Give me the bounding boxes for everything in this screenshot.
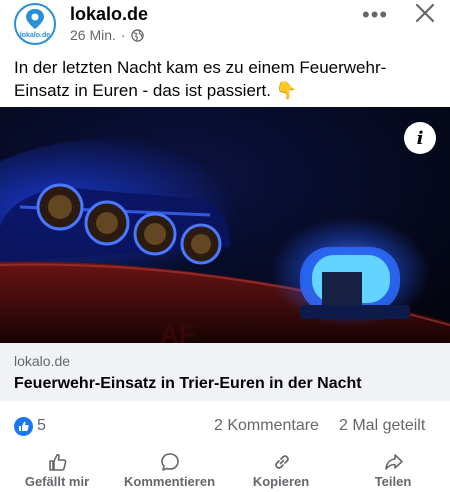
meta-separator: · xyxy=(120,27,126,43)
lokalo-logo: lokalo.de xyxy=(20,9,50,39)
globe-icon xyxy=(130,28,144,42)
info-button[interactable]: i xyxy=(404,122,436,154)
like-button-label: Gefällt mir xyxy=(24,474,90,489)
like-icon[interactable] xyxy=(14,417,33,436)
like-count[interactable]: 5 xyxy=(37,417,46,435)
post-text: In der letzten Nacht kam es zu einem Feu… xyxy=(14,58,387,100)
comment-icon xyxy=(161,453,179,471)
like-button[interactable]: Gefällt mir xyxy=(12,452,102,492)
share-icon xyxy=(385,454,403,470)
share-button[interactable]: Teilen xyxy=(348,452,438,492)
post-header: lokalo.de lokalo.de 26 Min. · ••• xyxy=(0,0,450,50)
share-count[interactable]: 2 Mal geteilt xyxy=(339,417,425,435)
comment-count[interactable]: 2 Kommentare xyxy=(214,417,319,435)
comment-button[interactable]: Kommentieren xyxy=(124,452,216,492)
svg-text:lokalo.de: lokalo.de xyxy=(20,32,50,39)
post-meta: 26 Min. · xyxy=(70,27,144,43)
fire-truck-lights-photo: AF xyxy=(0,107,450,343)
share-button-label: Teilen xyxy=(374,474,412,489)
more-icon[interactable]: ••• xyxy=(362,2,388,28)
page-name[interactable]: lokalo.de xyxy=(70,4,148,25)
post-time[interactable]: 26 Min. xyxy=(70,27,116,43)
action-bar: Gefällt mir Kommentieren Kopieren Teilen xyxy=(0,452,450,489)
copy-link-label: Kopieren xyxy=(252,474,310,489)
comment-button-label: Kommentieren xyxy=(124,474,216,489)
engagement-stats: 5 2 Kommentare 2 Mal geteilt xyxy=(0,412,450,442)
link-preview[interactable]: lokalo.de Feuerwehr-Einsatz in Trier-Eur… xyxy=(0,343,450,401)
link-icon xyxy=(275,455,289,469)
page-avatar[interactable]: lokalo.de xyxy=(14,3,56,45)
thumbs-up-icon xyxy=(49,453,67,471)
svg-text:AF: AF xyxy=(160,319,195,343)
link-domain: lokalo.de xyxy=(14,353,71,369)
link-title[interactable]: Feuerwehr-Einsatz in Trier-Euren in der … xyxy=(14,375,362,393)
post-image[interactable]: AF xyxy=(0,107,450,343)
copy-link-button[interactable]: Kopieren xyxy=(236,452,326,492)
close-icon[interactable] xyxy=(414,2,436,24)
